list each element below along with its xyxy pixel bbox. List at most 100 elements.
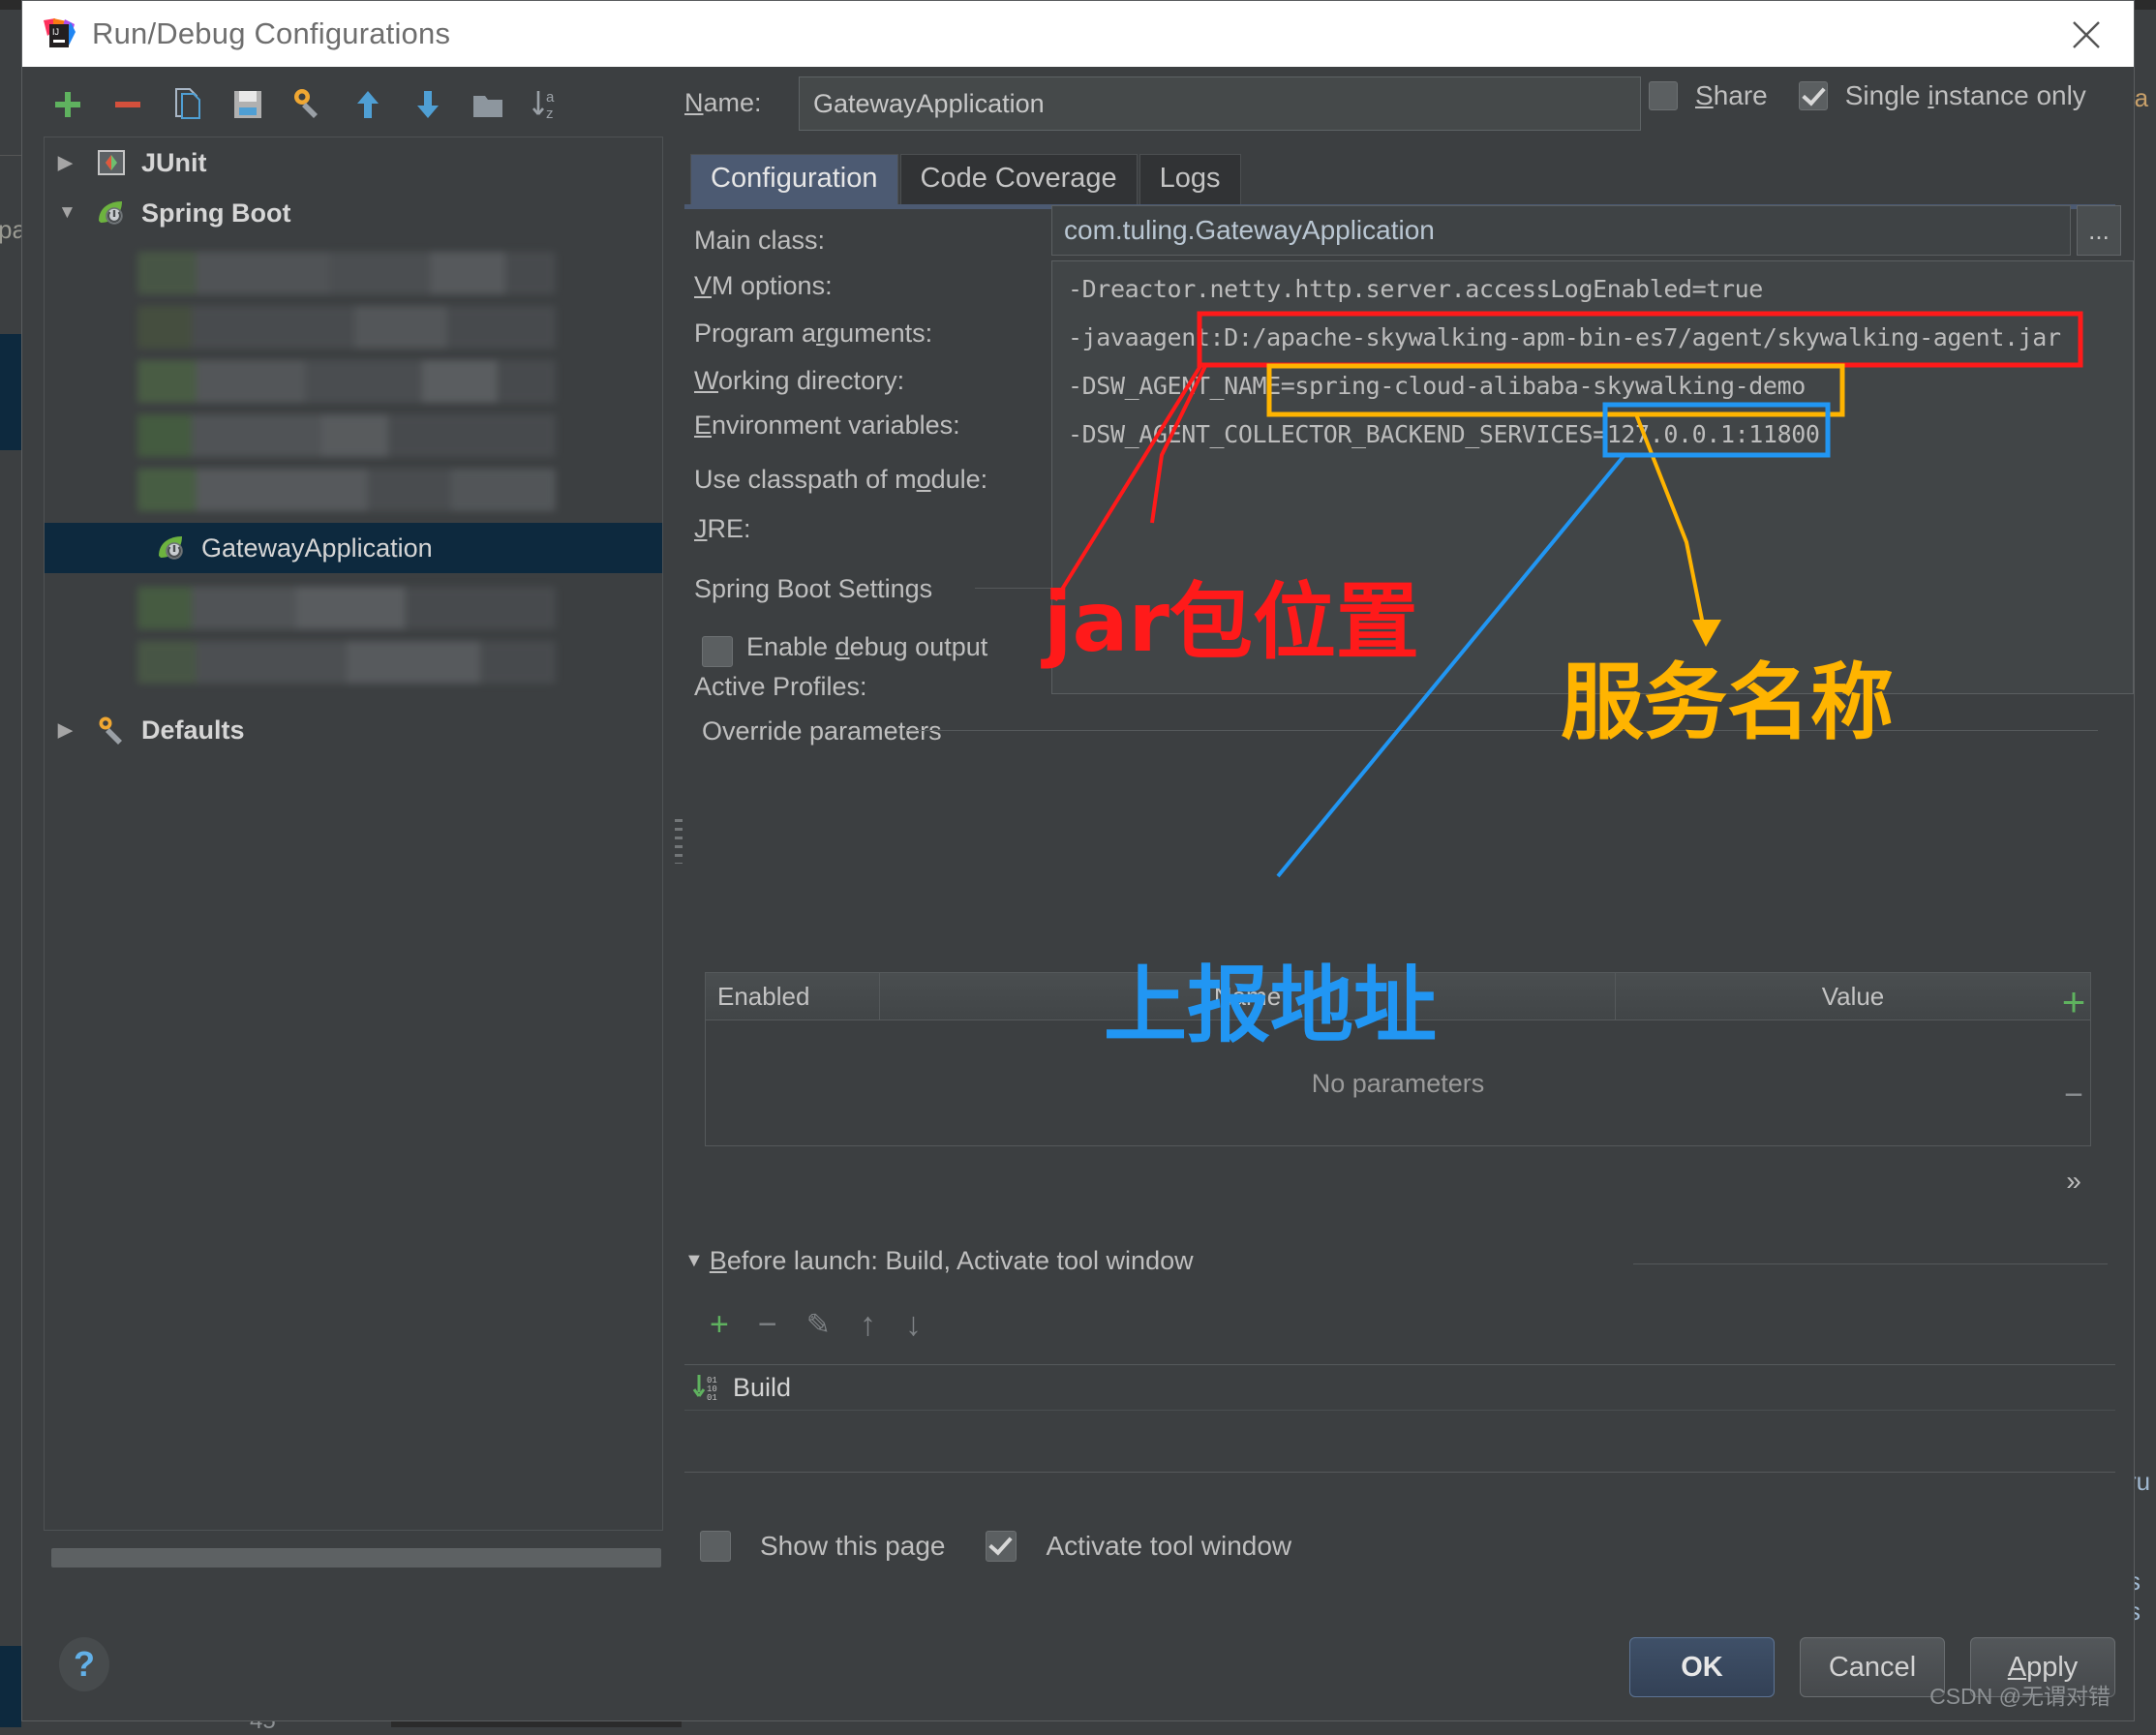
before-launch-section: ▼ Before launch: Build, Activate tool wi… (684, 1246, 2115, 1473)
name-label: Name: (684, 88, 762, 117)
splitter-handle[interactable] (675, 819, 683, 864)
move-task-up-button[interactable]: ↑ (860, 1306, 876, 1344)
tab-logs[interactable]: Logs (1139, 154, 1241, 204)
move-task-down-button[interactable]: ↓ (905, 1306, 922, 1344)
dialog-bottom-options: Show this page Activate tool window (700, 1531, 1291, 1562)
add-configuration-button[interactable] (40, 78, 96, 131)
help-question-mark-icon[interactable]: ? (59, 1637, 109, 1691)
chevron-down-icon[interactable]: ▼ (58, 202, 91, 224)
close-icon[interactable] (2064, 13, 2109, 57)
edit-task-pencil-icon[interactable]: ✎ (806, 1308, 831, 1342)
save-configuration-icon[interactable] (220, 78, 276, 131)
tab-code-coverage[interactable]: Code Coverage (899, 154, 1138, 204)
vm-options-editor-popup[interactable]: -Dreactor.netty.http.server.accessLogEna… (1051, 260, 2134, 694)
program-arguments-label: Program arguments: (694, 319, 933, 348)
tree-node-spring-boot[interactable]: ▼ Spring Boot (45, 188, 662, 238)
watermark-text: CSDN @无谓对错 (1929, 1684, 2110, 1709)
show-this-page-checkbox[interactable] (700, 1531, 731, 1562)
add-parameter-button[interactable]: + (2062, 982, 2086, 1022)
override-parameters-label: Override parameters (702, 716, 942, 746)
override-parameters-table[interactable]: Enabled Name Value No parameters (705, 972, 2091, 1146)
cancel-button[interactable]: Cancel (1800, 1637, 1945, 1697)
configurations-toolbar: a z (40, 75, 659, 135)
tree-node-junit[interactable]: ▶ JUnit (45, 137, 662, 188)
censored-tree-row[interactable] (137, 360, 556, 403)
ok-button[interactable]: OK (1629, 1637, 1775, 1697)
single-instance-only-label: Single instance only (1844, 80, 2086, 110)
column-header-value[interactable]: Value (1616, 973, 2090, 1020)
svg-text:01: 01 (707, 1393, 717, 1403)
run-debug-configurations-dialog: IJ Run/Debug Configurations a z ▶ JUnit … (21, 0, 2135, 1721)
before-launch-item-label: Build (733, 1372, 792, 1402)
copy-configuration-icon[interactable] (160, 78, 216, 131)
before-launch-item-build[interactable]: 01 10 01 Build (684, 1365, 2115, 1411)
use-classpath-of-module-label: Use classpath of module: (694, 465, 988, 494)
before-launch-list[interactable]: 01 10 01 Build (684, 1364, 2115, 1473)
chevron-right-icon[interactable]: ▶ (58, 719, 91, 742)
main-class-browse-button[interactable]: ... (2077, 205, 2121, 256)
censored-tree-row[interactable] (137, 587, 556, 629)
enable-debug-output-checkbox[interactable] (702, 636, 733, 667)
dialog-title: Run/Debug Configurations (92, 16, 451, 50)
configuration-tabs: Configuration Code Coverage Logs (690, 154, 1243, 204)
add-task-button[interactable]: + (710, 1306, 729, 1344)
column-header-enabled[interactable]: Enabled (706, 973, 880, 1020)
activate-tool-window-checkbox[interactable] (986, 1531, 1017, 1562)
tree-horizontal-scrollbar[interactable] (51, 1548, 661, 1568)
censored-tree-row[interactable] (137, 252, 556, 294)
spring-boot-icon (91, 197, 132, 229)
spring-boot-settings-label: Spring Boot Settings (694, 574, 933, 603)
parameters-side-toolbar: + − » (2046, 972, 2102, 1204)
column-header-name[interactable]: Name (880, 973, 1616, 1020)
single-instance-only-checkbox[interactable] (1798, 81, 1828, 110)
table-header-row: Enabled Name Value (706, 973, 2090, 1020)
svg-text:IJ: IJ (52, 27, 59, 37)
vm-options-line: -DSW_AGENT_NAME=spring-cloud-alibaba-sky… (1068, 372, 1806, 400)
main-class-label: Main class: (694, 226, 826, 255)
junit-icon (91, 146, 132, 179)
before-launch-header[interactable]: ▼ Before launch: Build, Activate tool wi… (684, 1246, 1194, 1276)
new-folder-icon[interactable] (460, 78, 516, 131)
remove-configuration-button[interactable] (100, 78, 156, 131)
main-class-input[interactable]: com.tuling.GatewayApplication (1051, 205, 2071, 256)
configurations-tree[interactable]: ▶ JUnit ▼ Spring Boot GatewayApplication… (44, 137, 663, 1531)
name-input[interactable]: GatewayApplication (799, 76, 1641, 131)
censored-tree-row[interactable] (137, 469, 556, 511)
svg-text:z: z (546, 106, 554, 122)
remove-parameter-button[interactable]: − (2064, 1079, 2083, 1111)
vm-options-line: -Dreactor.netty.http.server.accessLogEna… (1068, 275, 1763, 303)
move-up-arrow-icon[interactable] (340, 78, 396, 131)
table-empty-message: No parameters (1311, 1068, 1485, 1098)
censored-tree-row[interactable] (137, 414, 556, 457)
vm-options-line: -DSW_AGENT_COLLECTOR_BACKEND_SERVICES=12… (1068, 420, 1820, 448)
spring-boot-icon (151, 532, 192, 564)
remove-task-button[interactable]: − (758, 1306, 777, 1344)
wrench-icon (91, 714, 132, 746)
censored-tree-row[interactable] (137, 641, 556, 684)
move-down-arrow-icon[interactable] (400, 78, 456, 131)
tree-node-gatewayapplication[interactable]: GatewayApplication (45, 523, 662, 573)
tree-node-defaults[interactable]: ▶ Defaults (45, 705, 662, 755)
build-icon: 01 10 01 (692, 1371, 725, 1404)
share-label: Share (1695, 80, 1768, 110)
censored-tree-row[interactable] (137, 306, 556, 349)
sort-az-icon[interactable]: a z (520, 78, 576, 131)
tree-node-label: Defaults (141, 715, 245, 745)
vm-options-label: VM options: (694, 271, 833, 300)
svg-text:a: a (546, 89, 555, 106)
dialog-titlebar: IJ Run/Debug Configurations (22, 1, 2134, 67)
chevron-down-icon[interactable]: ▼ (684, 1250, 704, 1272)
active-profiles-label: Active Profiles: (694, 672, 867, 701)
environment-variables-label: Environment variables: (694, 411, 960, 440)
edit-defaults-wrench-icon[interactable] (280, 78, 336, 131)
chevron-right-icon[interactable]: ▶ (58, 152, 91, 174)
share-checkbox[interactable] (1649, 81, 1678, 110)
tab-configuration[interactable]: Configuration (690, 154, 898, 204)
before-launch-title: Before launch: Build, Activate tool wind… (709, 1246, 1194, 1275)
expand-parameters-button[interactable]: » (2066, 1168, 2081, 1195)
before-launch-toolbar: + − ✎ ↑ ↓ (710, 1306, 922, 1344)
tree-node-label: Spring Boot (141, 198, 291, 228)
configuration-options: Share Single instance only (1649, 80, 2086, 111)
enable-debug-output-label: Enable debug output (746, 632, 988, 661)
jre-label: JRE: (694, 514, 751, 543)
